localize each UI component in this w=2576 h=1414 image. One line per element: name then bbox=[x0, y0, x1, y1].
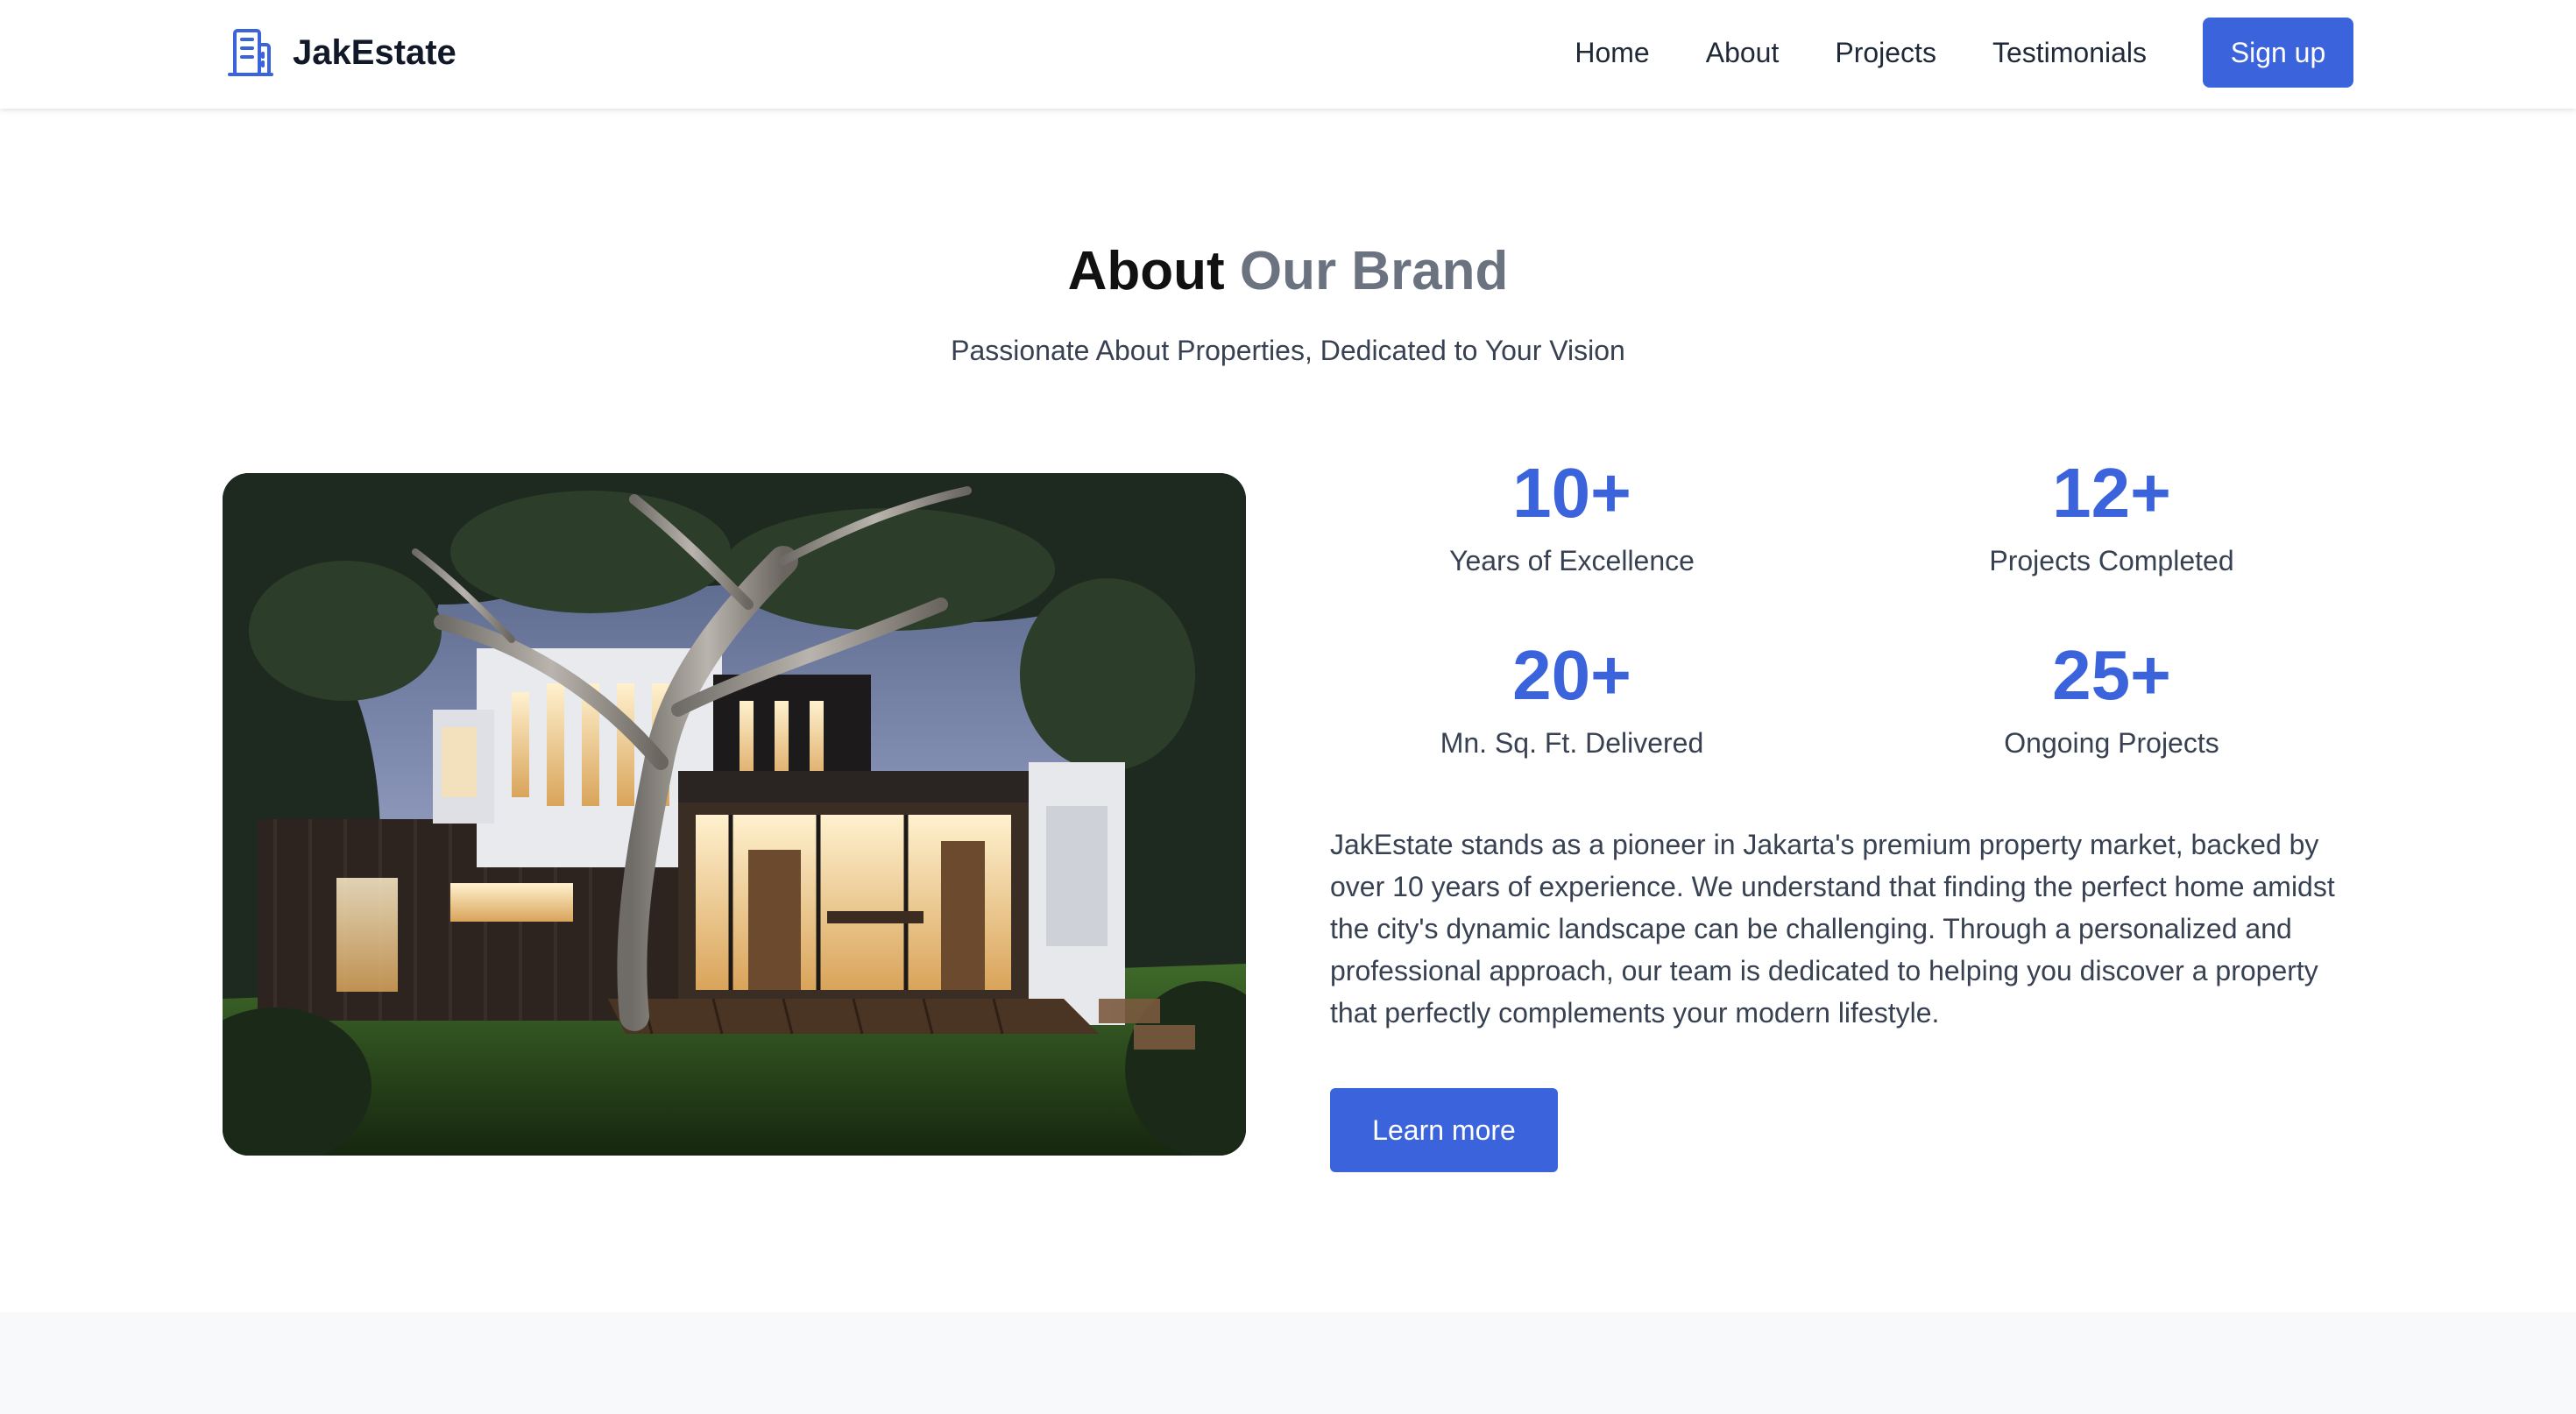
brand[interactable]: JakEstate bbox=[223, 25, 456, 81]
stat-years: 10+ Years of Excellence bbox=[1370, 454, 1773, 577]
stat-label: Mn. Sq. Ft. Delivered bbox=[1440, 727, 1704, 759]
stat-value: 20+ bbox=[1512, 636, 1631, 714]
section-title: About Our Brand bbox=[0, 238, 2576, 305]
section-title-primary: About bbox=[1067, 241, 1225, 301]
house-photo bbox=[223, 473, 1246, 1156]
stat-ongoing-projects: 25+ Ongoing Projects bbox=[1910, 636, 2313, 760]
stat-sq-ft: 20+ Mn. Sq. Ft. Delivered bbox=[1370, 636, 1773, 760]
stat-label: Projects Completed bbox=[1989, 545, 2234, 576]
nav-about[interactable]: About bbox=[1706, 37, 1780, 69]
section-subtitle: Passionate About Properties, Dedicated t… bbox=[951, 335, 1625, 366]
stat-value: 25+ bbox=[2052, 636, 2171, 714]
sign-up-button[interactable]: Sign up bbox=[2203, 18, 2353, 88]
nav-projects[interactable]: Projects bbox=[1835, 37, 1936, 69]
stat-value: 12+ bbox=[2052, 454, 2171, 532]
about-description: JakEstate stands as a pioneer in Jakarta… bbox=[1330, 829, 2335, 1029]
stat-label: Ongoing Projects bbox=[2004, 727, 2219, 759]
learn-more-button[interactable]: Learn more bbox=[1330, 1088, 1558, 1172]
building-icon bbox=[228, 29, 273, 76]
nav-home[interactable]: Home bbox=[1575, 37, 1649, 69]
brand-name: JakEstate bbox=[293, 32, 456, 72]
stat-label: Years of Excellence bbox=[1449, 545, 1695, 576]
section-title-secondary: Our Brand bbox=[1239, 241, 1509, 301]
site-header: JakEstate Home About Projects Testimonia… bbox=[0, 0, 2576, 109]
next-section-band bbox=[0, 1312, 2576, 1414]
nav-testimonials[interactable]: Testimonials bbox=[1992, 37, 2147, 69]
stat-projects-completed: 12+ Projects Completed bbox=[1910, 454, 2313, 577]
main-nav: Home About Projects Testimonials Sign up bbox=[1575, 18, 2353, 88]
stat-value: 10+ bbox=[1512, 454, 1631, 532]
